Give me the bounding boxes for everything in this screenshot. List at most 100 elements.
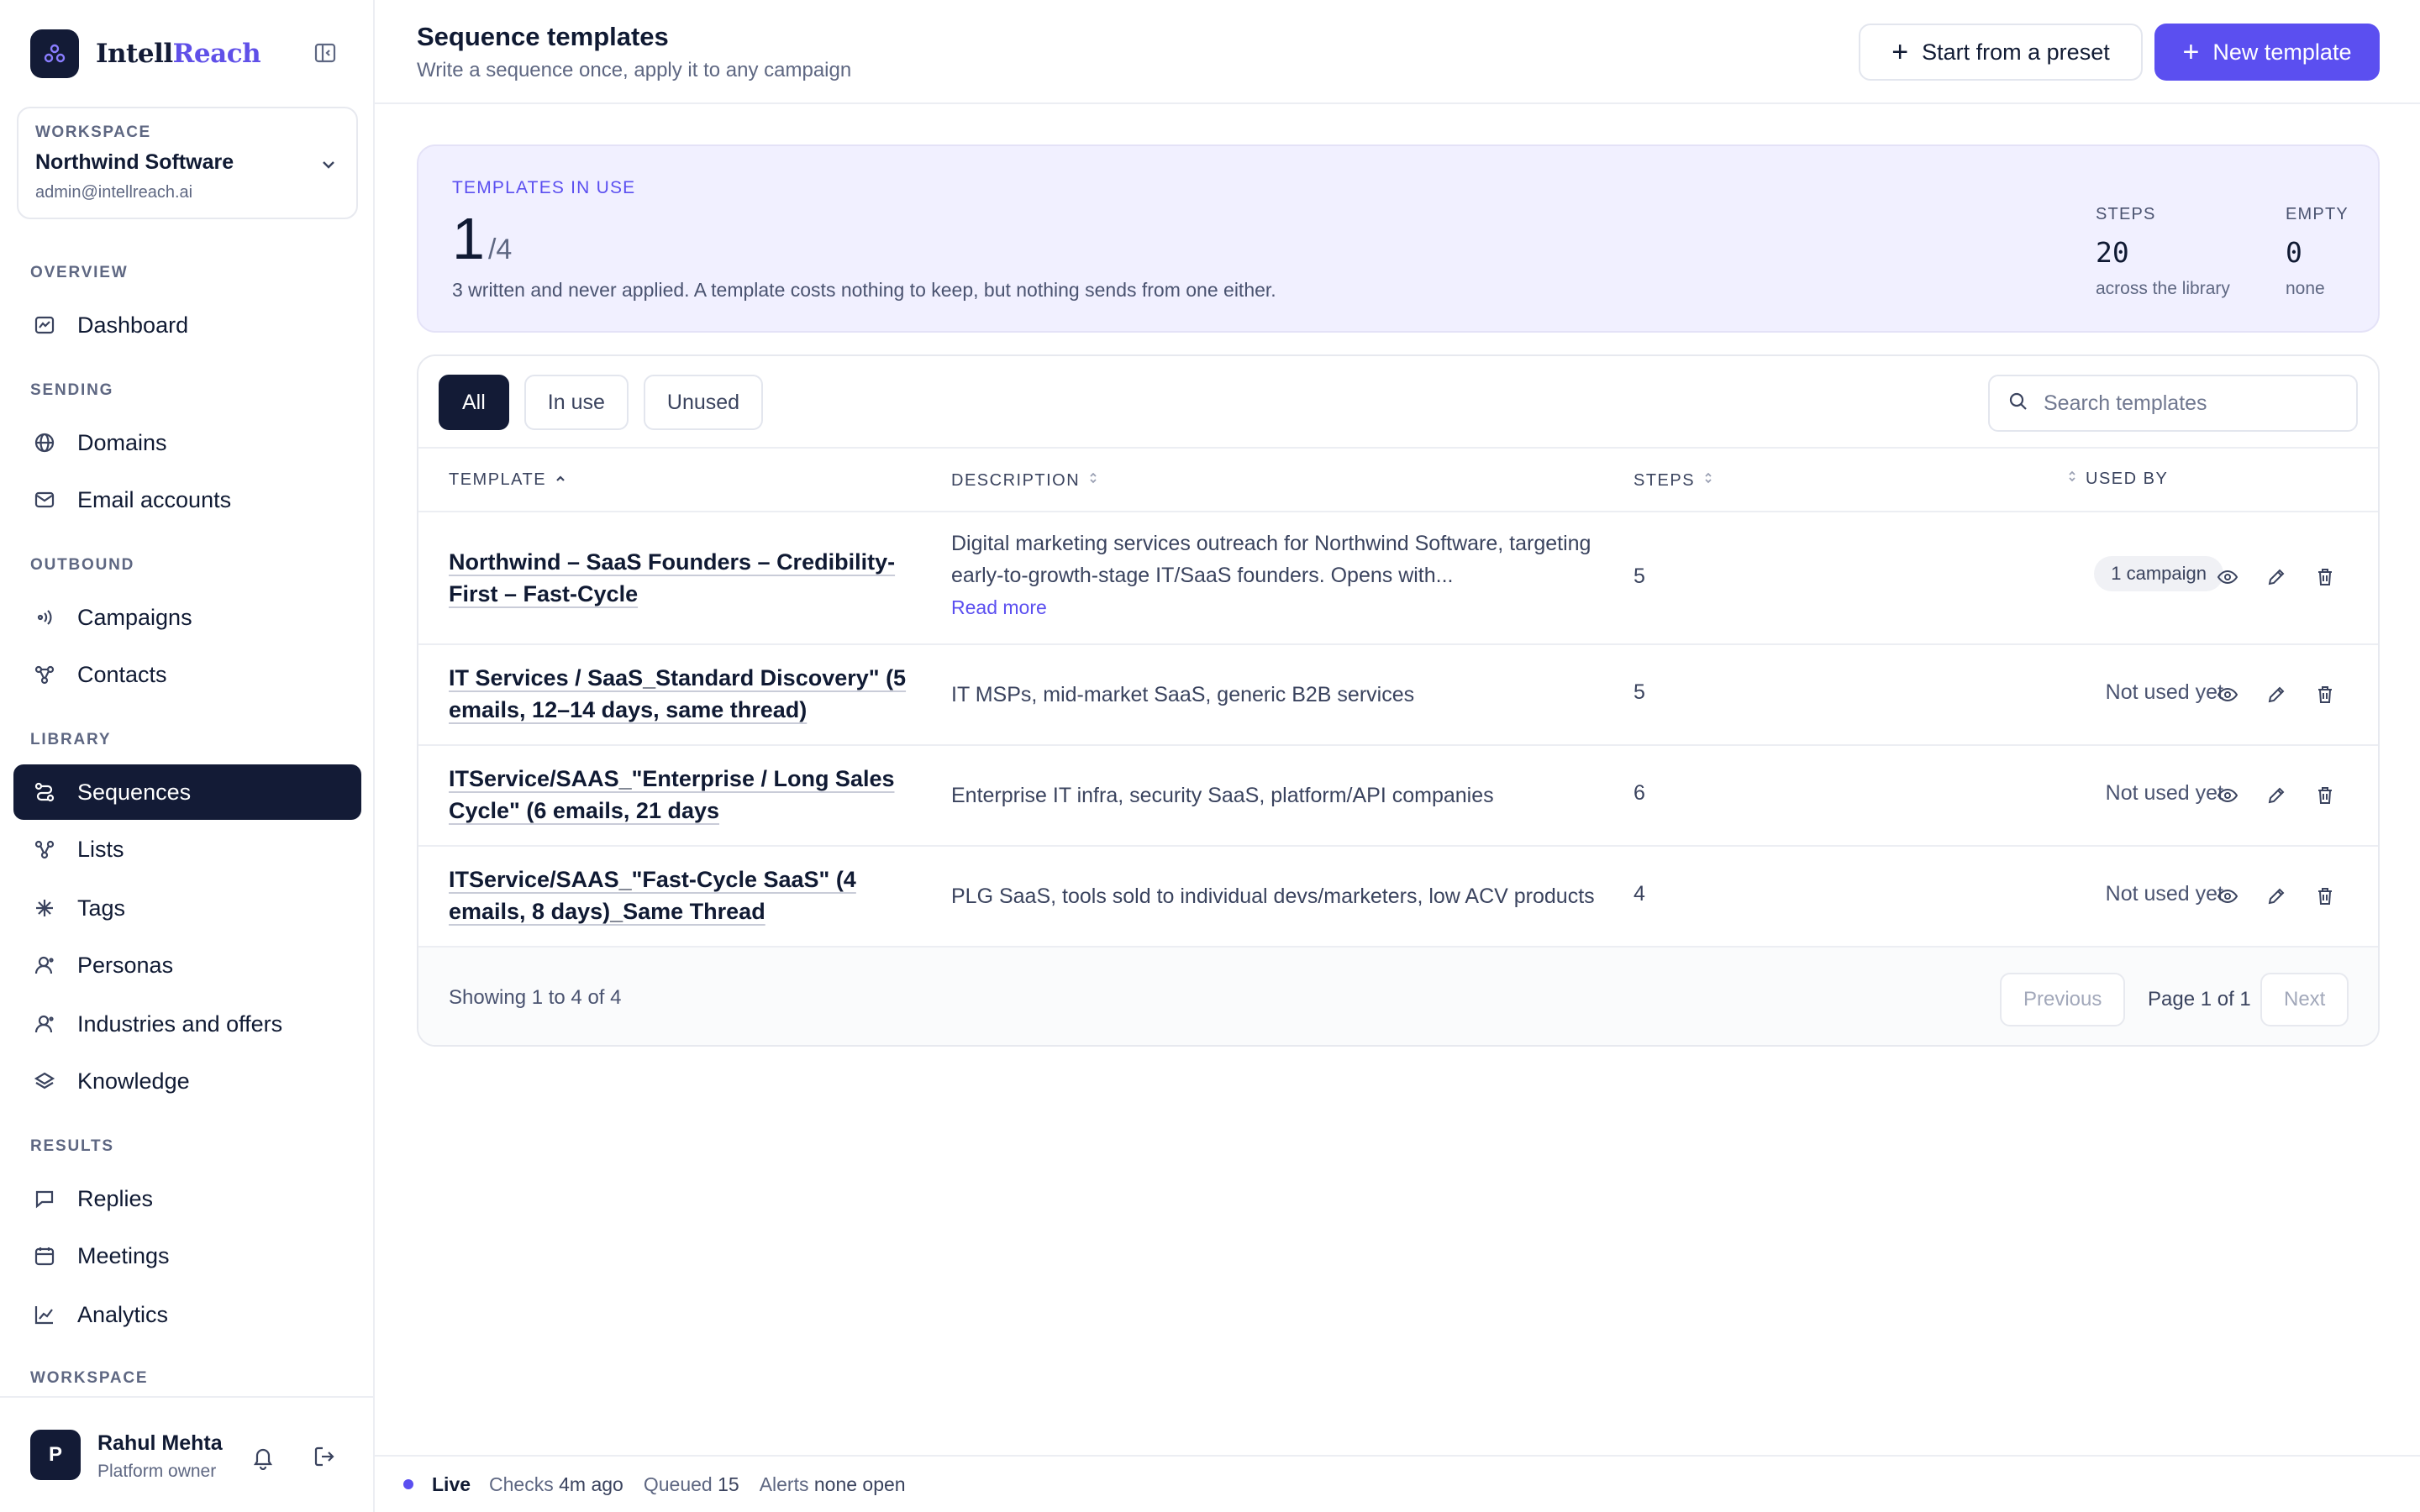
template-steps: 5 — [1634, 680, 1645, 704]
column-steps[interactable]: STEPS — [1634, 470, 1713, 491]
workspace-switcher[interactable]: WORKSPACE Northwind Software admin@intel… — [17, 107, 358, 219]
plus-icon: + — [2182, 36, 2200, 68]
table-row[interactable]: ITService/SAAS_"Enterprise / Long Sales … — [418, 746, 2378, 847]
filter-all[interactable]: All — [439, 375, 509, 430]
next-button[interactable]: Next — [2260, 973, 2349, 1026]
sidebar-item-campaigns[interactable]: Campaigns — [13, 590, 361, 645]
sidebar-item-knowledge[interactable]: Knowledge — [13, 1053, 361, 1109]
network-icon — [32, 662, 57, 687]
table-row[interactable]: IT Services / SaaS_Standard Discovery" (… — [418, 645, 2378, 746]
page-indicator: Page 1 of 1 — [2148, 988, 2251, 1011]
eye-icon[interactable] — [2215, 884, 2240, 909]
template-steps: 5 — [1634, 564, 1645, 588]
line-chart-icon — [32, 1302, 57, 1327]
sidebar-item-label: Domains — [77, 429, 167, 455]
column-template[interactable]: TEMPLATE — [449, 470, 566, 490]
nav-section-sending: SENDING — [30, 381, 114, 399]
table-footer: Showing 1 to 4 of 4 Previous Page 1 of 1… — [418, 948, 2378, 1045]
template-steps: 4 — [1634, 882, 1645, 906]
template-name[interactable]: Northwind – SaaS Founders – Credibility-… — [449, 546, 928, 610]
sidebar-item-label: Lists — [77, 836, 124, 862]
start-from-preset-button[interactable]: + Start from a preset — [1859, 24, 2143, 81]
sidebar-item-label: Dashboard — [77, 312, 189, 338]
user-role: Platform owner — [97, 1462, 217, 1481]
pencil-icon[interactable] — [2264, 682, 2289, 707]
sidebar-item-label: Tags — [77, 895, 126, 921]
pencil-icon[interactable] — [2264, 564, 2289, 590]
search-box[interactable] — [1988, 375, 2358, 432]
checks-status: Checks 4m ago — [489, 1473, 623, 1495]
pencil-icon[interactable] — [2264, 884, 2289, 909]
search-input[interactable] — [2044, 391, 2346, 416]
dashboard-icon — [32, 312, 57, 338]
user-area: P Rahul Mehta Platform owner — [0, 1396, 373, 1512]
row-actions — [2215, 564, 2361, 590]
eye-icon[interactable] — [2215, 783, 2240, 808]
bell-icon[interactable] — [250, 1445, 276, 1474]
status-bar: Live Checks 4m ago Queued 15 Alerts none… — [375, 1455, 2420, 1512]
logout-icon[interactable] — [313, 1445, 336, 1473]
pencil-icon[interactable] — [2264, 783, 2289, 808]
trash-icon[interactable] — [2312, 564, 2338, 590]
stats-label: TEMPLATES IN USE — [452, 178, 636, 197]
top-bar: Sequence templates Write a sequence once… — [375, 0, 2420, 104]
sidebar-item-replies[interactable]: Replies — [13, 1171, 361, 1226]
sidebar-item-meetings[interactable]: Meetings — [13, 1228, 361, 1284]
sidebar-item-label: Analytics — [77, 1301, 169, 1327]
template-description: Digital marketing services outreach for … — [951, 528, 1615, 623]
message-icon — [32, 1186, 57, 1211]
template-name[interactable]: ITService/SAAS_"Fast-Cycle SaaS" (4 emai… — [449, 864, 928, 927]
table-row[interactable]: ITService/SAAS_"Fast-Cycle SaaS" (4 emai… — [418, 847, 2378, 948]
queued-status: Queued 15 — [643, 1473, 739, 1495]
workspace-email: admin@intellreach.ai — [35, 183, 193, 202]
sidebar-item-industries[interactable]: Industries and offers — [13, 996, 361, 1052]
filter-unused[interactable]: Unused — [643, 375, 764, 430]
sidebar-item-label: Email accounts — [77, 486, 232, 512]
sidebar-item-email-accounts[interactable]: Email accounts — [13, 472, 361, 528]
filter-in-use[interactable]: In use — [523, 375, 629, 430]
sidebar-item-label: Replies — [77, 1185, 154, 1211]
sidebar-item-dashboard[interactable]: Dashboard — [13, 297, 361, 353]
trash-icon[interactable] — [2312, 682, 2338, 707]
eye-icon[interactable] — [2215, 564, 2240, 590]
showing-count: Showing 1 to 4 of 4 — [449, 986, 622, 1009]
trash-icon[interactable] — [2312, 783, 2338, 808]
network-icon — [32, 837, 57, 862]
table-row[interactable]: Northwind – SaaS Founders – Credibility-… — [418, 512, 2378, 645]
used-by: Not used yet — [2105, 882, 2223, 906]
column-used-by[interactable]: USED BY — [2067, 469, 2168, 489]
new-template-button[interactable]: + New template — [2154, 24, 2380, 81]
sidebar-item-contacts[interactable]: Contacts — [13, 647, 361, 702]
template-name[interactable]: IT Services / SaaS_Standard Discovery" (… — [449, 662, 928, 726]
trash-icon[interactable] — [2312, 884, 2338, 909]
sidebar-item-personas[interactable]: Personas — [13, 937, 361, 993]
sidebar-item-analytics[interactable]: Analytics — [13, 1287, 361, 1342]
filter-tabs: All In use Unused — [439, 375, 778, 430]
workspace-label: WORKSPACE — [35, 123, 151, 141]
sidebar: IntellReach WORKSPACE Northwind Software… — [0, 0, 375, 1512]
sort-icon — [2067, 469, 2077, 489]
sidebar-item-tags[interactable]: Tags — [13, 880, 361, 936]
templates-table: All In use Unused TEMPLATE DESCRIPTION S… — [417, 354, 2380, 1047]
alerts-status: Alerts none open — [759, 1473, 906, 1495]
template-description: Enterprise IT infra, security SaaS, plat… — [951, 784, 1494, 807]
sidebar-item-domains[interactable]: Domains — [13, 415, 361, 470]
templates-in-use-count: 1/4 — [452, 206, 513, 271]
sidebar-item-sequences[interactable]: Sequences — [13, 764, 361, 820]
table-header: TEMPLATE DESCRIPTION STEPS USED BY — [418, 447, 2378, 512]
column-description[interactable]: DESCRIPTION — [951, 470, 1098, 491]
user-name: Rahul Mehta — [97, 1431, 223, 1455]
collapse-sidebar-icon[interactable] — [313, 40, 338, 66]
template-name[interactable]: ITService/SAAS_"Enterprise / Long Sales … — [449, 763, 928, 827]
logo-icon — [30, 29, 79, 78]
previous-button[interactable]: Previous — [2000, 973, 2126, 1026]
page-title: Sequence templates — [417, 22, 669, 51]
avatar[interactable]: P — [30, 1430, 81, 1480]
nav-section-library: LIBRARY — [30, 731, 112, 748]
eye-icon[interactable] — [2215, 682, 2240, 707]
sidebar-item-lists[interactable]: Lists — [13, 822, 361, 877]
brand[interactable]: IntellReach — [30, 29, 350, 79]
nav-section-workspace: WORKSPACE — [30, 1369, 149, 1387]
workspace-name: Northwind Software — [35, 150, 234, 174]
read-more-link[interactable]: Read more — [951, 591, 1615, 623]
